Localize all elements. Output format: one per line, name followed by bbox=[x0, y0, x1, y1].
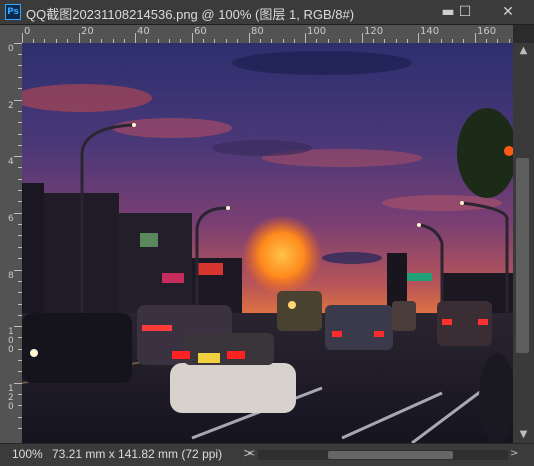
horizontal-scroll-thumb[interactable] bbox=[328, 451, 453, 459]
vruler-label-120: 1 2 0 bbox=[8, 384, 14, 412]
ruler-label-60: 60 bbox=[194, 26, 207, 37]
scroll-left-arrow-icon[interactable]: < bbox=[247, 448, 255, 459]
vruler-label-0: 0 bbox=[8, 44, 14, 54]
ruler-label-120: 120 bbox=[364, 26, 384, 37]
ruler-label-40: 40 bbox=[137, 26, 150, 37]
status-bar: 100% 73.21 mm x 141.82 mm (72 ppi) > < > bbox=[0, 443, 534, 466]
document-title: QQ截图20231108214536.png @ 100% (图层 1, RGB… bbox=[26, 7, 355, 22]
photoshop-icon: Ps bbox=[5, 4, 21, 20]
vruler-label-2: 2 bbox=[8, 101, 14, 111]
ruler-label-0: 0 bbox=[24, 26, 31, 37]
zoom-level[interactable]: 100% bbox=[12, 447, 43, 461]
vertical-scroll-thumb[interactable] bbox=[516, 158, 529, 353]
document-canvas[interactable] bbox=[22, 43, 513, 443]
ruler-label-20: 20 bbox=[81, 26, 94, 37]
vruler-label-4: 4 bbox=[8, 157, 14, 167]
scroll-down-arrow-icon[interactable]: ▼ bbox=[513, 429, 534, 440]
ruler-label-160: 160 bbox=[477, 26, 497, 37]
vruler-label-6: 6 bbox=[8, 214, 14, 224]
horizontal-ruler-ticks bbox=[22, 33, 510, 43]
title-bar: Ps QQ截图20231108214536.png @ 100% (图层 1, … bbox=[0, 0, 534, 25]
ruler-label-80: 80 bbox=[251, 26, 264, 37]
horizontal-scrollbar[interactable] bbox=[258, 450, 508, 460]
vertical-ruler[interactable]: 0 2 4 6 8 1 0 0 1 2 0 bbox=[0, 43, 23, 443]
vruler-label-8: 8 bbox=[8, 271, 14, 281]
document-info[interactable]: 73.21 mm x 141.82 mm (72 ppi) bbox=[52, 447, 232, 461]
vruler-label-100: 1 0 0 bbox=[8, 327, 14, 355]
ruler-label-140: 140 bbox=[420, 26, 440, 37]
vertical-scrollbar[interactable]: ▲ ▼ bbox=[513, 43, 534, 443]
close-button[interactable]: ✕ bbox=[496, 2, 520, 22]
horizontal-ruler[interactable]: 0 20 40 60 80 100 120 140 160 bbox=[22, 25, 513, 44]
scroll-right-arrow-icon[interactable]: > bbox=[510, 448, 518, 459]
maximize-button[interactable]: ☐ bbox=[453, 2, 477, 22]
ruler-label-100: 100 bbox=[307, 26, 327, 37]
ruler-origin[interactable] bbox=[0, 25, 22, 43]
scroll-up-arrow-icon[interactable]: ▲ bbox=[513, 45, 534, 56]
sunset-street-photo bbox=[22, 43, 513, 443]
